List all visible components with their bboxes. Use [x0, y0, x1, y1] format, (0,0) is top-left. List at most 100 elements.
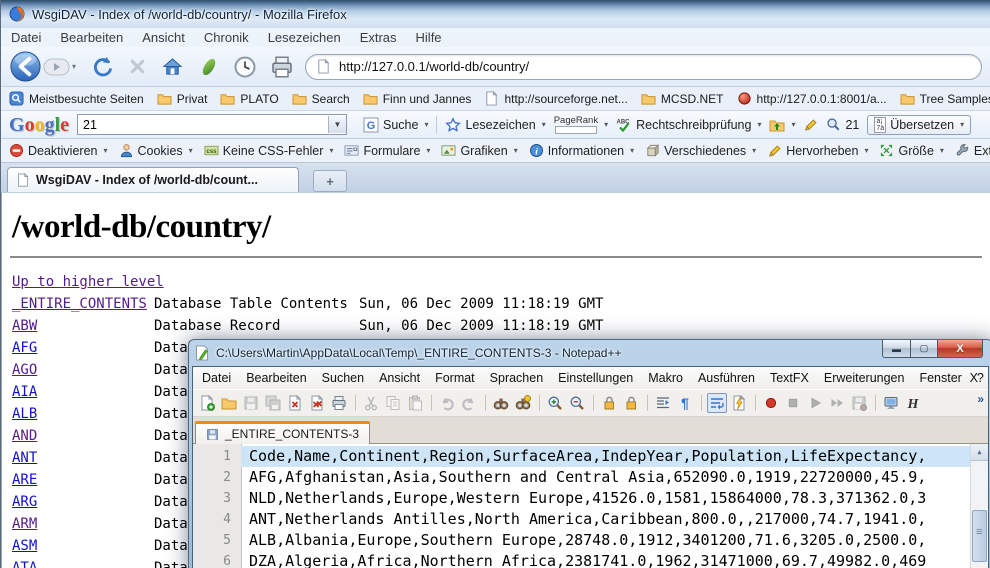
- bookmark-plato[interactable]: PLATO: [220, 91, 278, 106]
- bookmark-search[interactable]: Search: [292, 91, 350, 106]
- google-search-button[interactable]: G Suche: [363, 117, 428, 133]
- directory-entry-link[interactable]: AGO: [12, 362, 37, 378]
- toolbar-overflow-chevron[interactable]: »: [977, 392, 984, 406]
- translate-button[interactable]: a¡ 7ä Übersetzen: [867, 115, 971, 135]
- bookmark-sourceforge[interactable]: http://sourceforge.net...: [484, 91, 627, 106]
- directory-entry-link[interactable]: ASM: [12, 538, 37, 554]
- back-forward-dropdown[interactable]: ▾: [72, 62, 76, 71]
- devbar-extras[interactable]: Extras: [955, 143, 990, 158]
- scrollbar-thumb[interactable]: [972, 510, 987, 562]
- menu-item[interactable]: Ansicht: [379, 371, 420, 385]
- macro-record-icon[interactable]: [761, 393, 781, 413]
- close-all-icon[interactable]: [307, 393, 327, 413]
- bookmark-meistbesuchte-seiten[interactable]: Meistbesuchte Seiten: [9, 91, 144, 106]
- user-defined-dialog-icon[interactable]: [729, 393, 749, 413]
- directory-entry-link[interactable]: _ENTIRE_CONTENTS: [12, 296, 147, 312]
- google-search-history-dropdown[interactable]: ▼: [328, 116, 346, 133]
- new-file-icon[interactable]: [197, 393, 217, 413]
- macro-stop-icon[interactable]: [783, 393, 803, 413]
- menu-item[interactable]: Erweiterungen: [824, 371, 905, 385]
- directory-entry-link[interactable]: ALB: [12, 406, 37, 422]
- url-bar[interactable]: http://127.0.0.1/world-db/country/: [305, 54, 982, 80]
- feed-leaf-icon[interactable]: [198, 55, 220, 79]
- directory-entry-link[interactable]: AFG: [12, 340, 37, 356]
- print-icon[interactable]: [329, 393, 349, 413]
- menu-item[interactable]: Makro: [648, 371, 683, 385]
- undo-icon[interactable]: [437, 393, 457, 413]
- menu-item[interactable]: Ansicht: [142, 30, 185, 45]
- bookmark-finn-und-jannes[interactable]: Finn und Jannes: [363, 91, 472, 106]
- menu-close-document[interactable]: X: [970, 371, 978, 385]
- devbar-deaktivieren[interactable]: Deaktivieren: [9, 143, 108, 158]
- spellcheck-button[interactable]: Rechtschreibprüfung: [616, 117, 761, 133]
- tab-wsgidav[interactable]: WsgiDAV - Index of /world-db/count...: [7, 167, 299, 192]
- menu-item[interactable]: Ausführen: [698, 371, 755, 385]
- scrollbar-up-arrow[interactable]: ▲: [971, 444, 988, 461]
- copy-icon[interactable]: [383, 393, 403, 413]
- devbar-hervorheben[interactable]: Hervorheben: [767, 143, 868, 158]
- doc-monitor-icon[interactable]: [881, 393, 901, 413]
- menu-item[interactable]: Chronik: [204, 30, 249, 45]
- bookmark-mcsd-net[interactable]: MCSD.NET: [641, 91, 724, 106]
- bookmark-privat[interactable]: Privat: [157, 91, 208, 106]
- google-bookmarks-button[interactable]: Lesezeichen: [445, 117, 545, 133]
- zoom-in-icon[interactable]: [545, 393, 565, 413]
- document-tab[interactable]: _ENTIRE_CONTENTS-3: [195, 421, 370, 444]
- minimize-button[interactable]: ▬: [882, 340, 911, 358]
- directory-entry-link[interactable]: ATA: [12, 560, 37, 568]
- print-icon[interactable]: [270, 55, 294, 79]
- macro-play-icon[interactable]: [805, 393, 825, 413]
- close-file-icon[interactable]: [285, 393, 305, 413]
- menu-item[interactable]: Lesezeichen: [268, 30, 341, 45]
- pagerank-indicator[interactable]: PageRank: [554, 116, 608, 134]
- history-clock-icon[interactable]: [233, 55, 257, 79]
- devbar-cookies[interactable]: Cookies: [119, 143, 193, 158]
- devbar-groesse[interactable]: Größe: [879, 143, 943, 158]
- menu-item[interactable]: Suchen: [322, 371, 364, 385]
- change-case-icon[interactable]: [903, 393, 923, 413]
- save-all-icon[interactable]: [263, 393, 283, 413]
- menu-item[interactable]: Einstellungen: [558, 371, 633, 385]
- menu-item[interactable]: Extras: [360, 30, 397, 45]
- home-icon[interactable]: [161, 55, 184, 78]
- google-search-input[interactable]: 21 ▼: [77, 114, 347, 135]
- maximize-button[interactable]: ▢: [911, 340, 937, 358]
- zoom-out-icon[interactable]: [567, 393, 587, 413]
- menu-item[interactable]: Sprachen: [490, 371, 544, 385]
- bookmark-tree-samples[interactable]: Tree Samples: [900, 91, 990, 106]
- close-button[interactable]: X: [937, 340, 983, 358]
- new-tab-button[interactable]: +: [313, 170, 347, 192]
- highlighter-button[interactable]: [803, 117, 818, 132]
- notepadpp-titlebar[interactable]: C:\Users\Martin\AppData\Local\Temp\_ENTI…: [192, 340, 989, 366]
- editor-area[interactable]: 1 Code,Name,Continent,Region,SurfaceArea…: [193, 444, 988, 568]
- send-to-button[interactable]: [769, 117, 795, 133]
- menu-item[interactable]: Datei: [11, 30, 41, 45]
- directory-entry-link[interactable]: ARG: [12, 494, 37, 510]
- firefox-titlebar[interactable]: WsgiDAV - Index of /world-db/country/ - …: [1, 0, 990, 28]
- menu-item[interactable]: Format: [435, 371, 475, 385]
- directory-entry-link[interactable]: ABW: [12, 318, 37, 334]
- menu-item[interactable]: Fenster: [919, 371, 961, 385]
- directory-entry-link[interactable]: AIA: [12, 384, 37, 400]
- menu-item[interactable]: Bearbeiten: [60, 30, 123, 45]
- menu-item[interactable]: Bearbeiten: [246, 371, 306, 385]
- forward-button[interactable]: [43, 56, 73, 78]
- up-to-higher-level-link[interactable]: Up to higher level: [12, 271, 990, 293]
- save-icon[interactable]: [241, 393, 261, 413]
- directory-entry-link[interactable]: ARM: [12, 516, 37, 532]
- menu-item[interactable]: TextFX: [770, 371, 809, 385]
- zoom-indicator[interactable]: 21: [826, 117, 859, 132]
- back-button[interactable]: [9, 50, 42, 83]
- indent-guide-icon[interactable]: [653, 393, 673, 413]
- editor-scrollbar[interactable]: ▲: [970, 444, 988, 568]
- find-icon[interactable]: [491, 393, 511, 413]
- macro-run-multiple-icon[interactable]: [827, 393, 847, 413]
- paste-icon[interactable]: [405, 393, 425, 413]
- devbar-verschiedenes[interactable]: Verschiedenes: [645, 143, 756, 158]
- open-file-icon[interactable]: [219, 393, 239, 413]
- devbar-grafiken[interactable]: Grafiken: [441, 143, 517, 158]
- redo-icon[interactable]: [459, 393, 479, 413]
- cut-icon[interactable]: [361, 393, 381, 413]
- show-all-characters-icon[interactable]: [675, 393, 695, 413]
- devbar-informationen[interactable]: Informationen: [529, 143, 634, 158]
